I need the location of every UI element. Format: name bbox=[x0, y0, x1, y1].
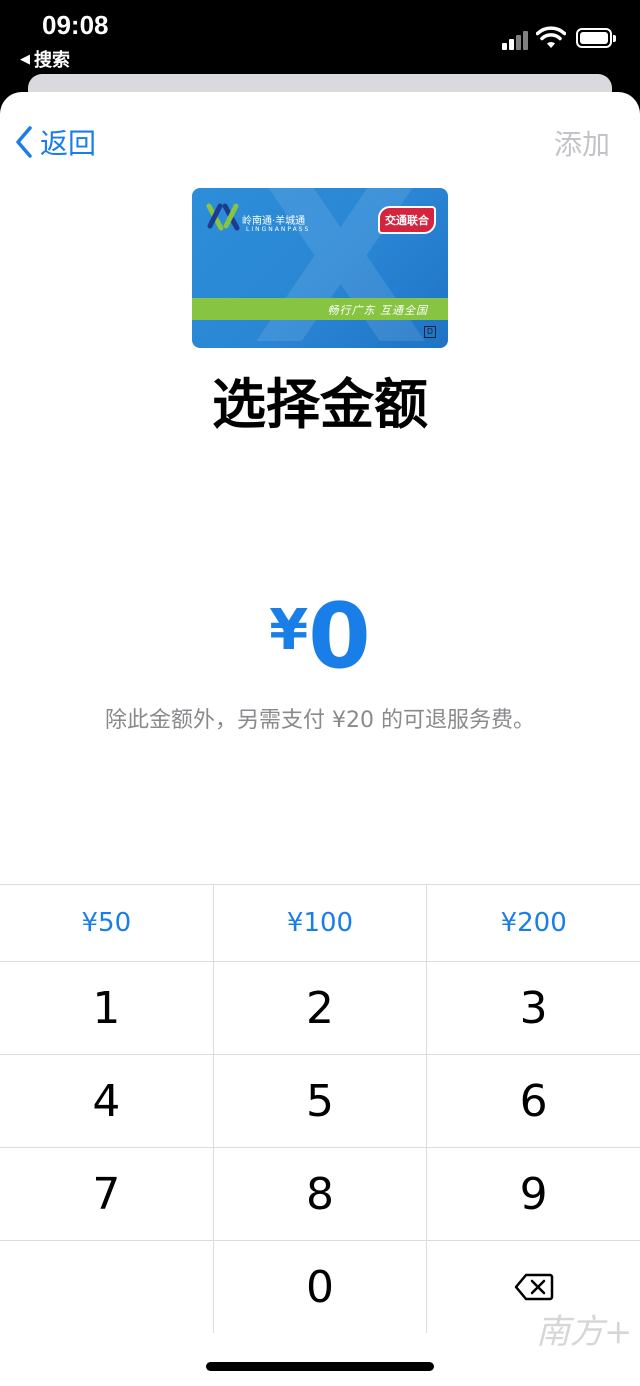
card-slogan: 畅行广东 互通全国 bbox=[327, 304, 428, 317]
amount-display: ¥0 bbox=[0, 584, 640, 689]
preset-amounts: ¥50 ¥100 ¥200 bbox=[0, 884, 640, 962]
add-button[interactable]: 添加 bbox=[554, 123, 610, 163]
back-to-app-link[interactable]: ◀ 搜索 bbox=[20, 46, 70, 72]
keypad-row: 4 5 6 bbox=[0, 1055, 640, 1148]
keypad-row: 1 2 3 bbox=[0, 962, 640, 1055]
battery-icon bbox=[576, 28, 616, 48]
key-4[interactable]: 4 bbox=[0, 1055, 214, 1147]
key-empty bbox=[0, 1241, 214, 1333]
key-0[interactable]: 0 bbox=[214, 1241, 428, 1333]
key-7[interactable]: 7 bbox=[0, 1148, 214, 1240]
status-time: 09:08 bbox=[42, 10, 109, 40]
card-brand-name: 岭南通·羊城通 bbox=[242, 216, 306, 227]
back-to-app-label: 搜索 bbox=[34, 50, 70, 71]
back-triangle-icon: ◀ bbox=[20, 51, 30, 67]
back-button[interactable]: 返回 bbox=[14, 122, 96, 162]
add-card-sheet: 返回 添加 X 岭南通·羊城通 LINGNANPASS 交通联合 畅行广东 互通… bbox=[0, 92, 640, 1386]
key-8[interactable]: 8 bbox=[214, 1148, 428, 1240]
transport-union-logo: 交通联合 bbox=[378, 206, 436, 234]
key-3[interactable]: 3 bbox=[427, 962, 640, 1054]
key-2[interactable]: 2 bbox=[214, 962, 428, 1054]
preset-50-button[interactable]: ¥50 bbox=[0, 885, 214, 961]
amount-value: 0 bbox=[308, 584, 371, 689]
status-bar: 09:08 ◀ 搜索 bbox=[0, 0, 640, 80]
card-badge: D bbox=[424, 326, 436, 338]
home-indicator[interactable] bbox=[206, 1362, 434, 1371]
backspace-icon bbox=[514, 1273, 553, 1301]
page-title: 选择金额 bbox=[212, 373, 428, 436]
keypad-row: 7 8 9 bbox=[0, 1148, 640, 1241]
amount-keypad: ¥50 ¥100 ¥200 1 2 3 4 5 6 7 8 9 0 bbox=[0, 884, 640, 1333]
preset-200-button[interactable]: ¥200 bbox=[427, 885, 640, 961]
key-5[interactable]: 5 bbox=[214, 1055, 428, 1147]
preset-100-button[interactable]: ¥100 bbox=[214, 885, 428, 961]
chevron-left-icon bbox=[16, 126, 32, 158]
lingnanpass-logo-icon bbox=[206, 203, 240, 231]
key-9[interactable]: 9 bbox=[427, 1148, 640, 1240]
key-6[interactable]: 6 bbox=[427, 1055, 640, 1147]
back-button-label: 返回 bbox=[40, 127, 97, 160]
service-fee-note: 除此金额外，另需支付 ¥20 的可退服务费。 bbox=[105, 708, 535, 733]
transit-card-image: X 岭南通·羊城通 LINGNANPASS 交通联合 畅行广东 互通全国 D bbox=[192, 188, 448, 348]
watermark: 南方+ bbox=[536, 1312, 633, 1352]
key-1[interactable]: 1 bbox=[0, 962, 214, 1054]
card-brand-subtitle: LINGNANPASS bbox=[246, 226, 311, 233]
cellular-signal-icon bbox=[502, 30, 530, 50]
currency-symbol: ¥ bbox=[269, 598, 309, 663]
wifi-icon bbox=[536, 26, 566, 48]
